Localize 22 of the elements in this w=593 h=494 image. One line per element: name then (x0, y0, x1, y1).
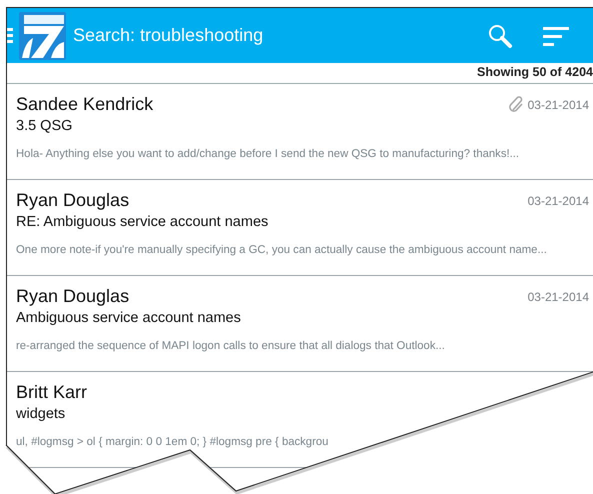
message-date: 03-21-2014 (528, 98, 589, 112)
message-item[interactable]: Ryan Douglas 03-21-2014 RE: Ambiguous service account names One more note-if you're manually specifying a GC, you can actually cause the ambiguous account name... (7, 180, 593, 276)
message-subject: Ambiguous service account names (16, 310, 242, 326)
message-preview: One more note-if you're manually specifying a GC, you can actually cause the ambiguous account name... (16, 244, 548, 256)
message-subject: 3.5 QSG (16, 118, 74, 134)
message-item[interactable]: Sandee Kendrick 03-21-2014 3.5 QSG Hola- Anything else you want to add/change before I send the new QSG to manufacturing? thanks!... (7, 84, 593, 180)
app-logo-icon[interactable] (7, 12, 67, 60)
message-subject: RE: Ambiguous service account names (16, 214, 270, 230)
result-count: Showing 50 of 4204 (476, 65, 593, 81)
message-preview: Hola- Anything else you want to add/change before I send the new QSG to manufacturing? thanks!... (16, 148, 520, 160)
message-item[interactable]: Ryan Douglas 03-21-2014 Ambiguous service account names re-arranged the sequence of MAPI logon calls to ensure that all dialogs that Outlook... (7, 276, 593, 372)
message-date: 03-21-2014 (528, 194, 589, 208)
sender-name: Ryan Douglas (16, 286, 130, 307)
message-preview: ul, #logmsg > ol { margin: 0 0 1em 0; } #logmsg pre { backgrou (16, 436, 330, 448)
message-subject: widgets (16, 406, 66, 422)
app-bar-title: Search: troubleshooting (73, 25, 264, 46)
message-preview: re-arranged the sequence of MAPI logon calls to ensure that all dialogs that Outlook... (16, 340, 446, 352)
sender-name: Ryan Douglas (16, 190, 130, 211)
sender-name: Britt Karr (16, 382, 88, 403)
message-item[interactable]: Britt Karr widgets ul, #logmsg > ol { margin: 0 0 1em 0; } #logmsg pre { backgrou (7, 372, 593, 468)
sender-name: Sandee Kendrick (16, 94, 154, 115)
message-date: 03-21-2014 (528, 290, 589, 304)
